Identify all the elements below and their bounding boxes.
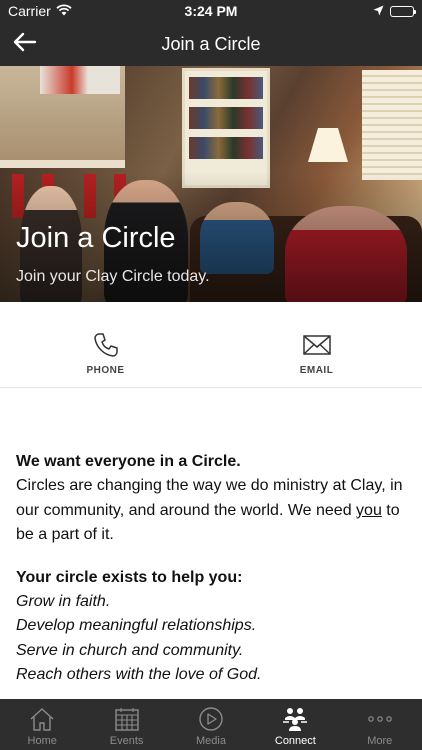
hero-photo-bookshelf xyxy=(182,68,270,188)
tab-home-label: Home xyxy=(27,735,57,747)
content-heading: We want everyone in a Circle. xyxy=(16,453,241,470)
page-title: Join a Circle xyxy=(161,34,261,54)
tab-media[interactable]: Media xyxy=(169,699,253,750)
tab-events[interactable]: Events xyxy=(84,699,168,750)
nav-bar: Join a Circle xyxy=(0,22,422,66)
location-arrow-icon xyxy=(373,3,384,19)
contact-actions: PHONE EMAIL xyxy=(0,302,422,388)
tab-connect-label: Connect xyxy=(274,735,316,747)
tab-more-label: More xyxy=(367,735,393,747)
tab-more[interactable]: More xyxy=(338,699,422,750)
more-dots-icon xyxy=(366,705,394,733)
phone-button[interactable]: PHONE xyxy=(0,302,211,388)
phone-icon xyxy=(91,332,121,358)
list-item: Serve in church and community. xyxy=(16,641,244,659)
play-circle-icon xyxy=(198,705,224,733)
hero-title: Join a Circle xyxy=(16,222,176,254)
list-item: Develop meaningful relationships. xyxy=(16,617,257,635)
paragraph-text: Circles are changing the way we do minis… xyxy=(16,477,403,519)
battery-icon xyxy=(390,5,416,17)
content-paragraph: Circles are changing the way we do minis… xyxy=(16,474,408,547)
calendar-icon xyxy=(114,705,140,733)
home-icon xyxy=(29,705,55,733)
envelope-icon xyxy=(302,332,332,358)
hero-banner: Join a Circle Join your Clay Circle toda… xyxy=(0,66,422,302)
phone-label: PHONE xyxy=(86,365,125,376)
circle-description: We want everyone in a Circle. Circles ar… xyxy=(16,450,408,688)
tab-connect[interactable]: Connect xyxy=(253,699,337,750)
hero-photo-painting xyxy=(40,66,120,94)
hero-photo-mantel xyxy=(0,160,125,168)
list-item: Reach others with the love of God. xyxy=(16,666,262,684)
emphasis-you: you xyxy=(356,501,382,519)
tab-home[interactable]: Home xyxy=(0,699,84,750)
status-time: 3:24 PM xyxy=(184,3,238,19)
tab-media-label: Media xyxy=(195,735,226,747)
tab-bar: Home Events Media Connect More xyxy=(0,699,422,750)
hero-subtitle: Join your Clay Circle today. xyxy=(16,268,210,285)
status-right xyxy=(373,3,416,19)
tab-events-label: Events xyxy=(109,735,144,747)
email-button[interactable]: EMAIL xyxy=(211,302,422,388)
status-bar: Carrier 3:24 PM xyxy=(0,0,422,22)
list-item: Grow in faith. xyxy=(16,593,111,611)
email-label: EMAIL xyxy=(299,365,334,376)
content-subheading: Your circle exists to help you: xyxy=(16,568,243,586)
group-icon xyxy=(281,705,309,733)
hero-photo-lamp xyxy=(308,128,348,162)
hero-photo-window xyxy=(362,70,422,180)
